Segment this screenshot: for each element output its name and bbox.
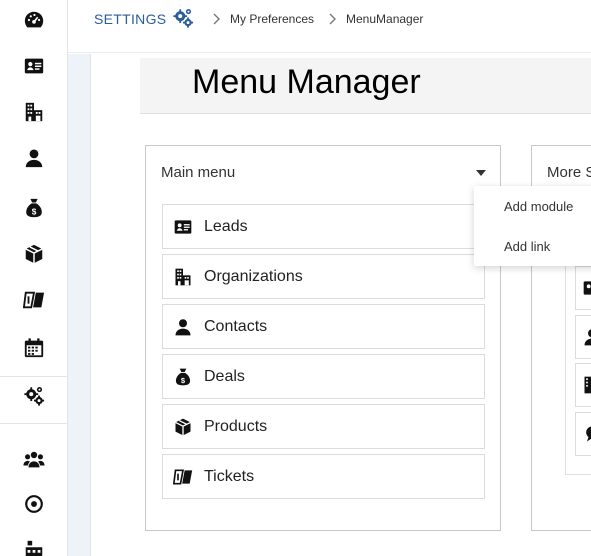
menu-item-deals[interactable]: $ Deals — [162, 354, 485, 399]
leads-icon — [172, 216, 194, 238]
svg-text:$: $ — [32, 207, 37, 216]
products-icon — [172, 416, 194, 438]
add-dropdown-menu: Add module Add link — [474, 186, 591, 266]
organizations-icon[interactable] — [0, 89, 68, 135]
add-link-option[interactable]: Add link — [504, 239, 550, 254]
hierarchy-icon[interactable] — [0, 527, 68, 556]
menu-item-label: Deals — [204, 367, 245, 385]
organizations-icon — [172, 266, 194, 288]
chevron-right-icon — [213, 13, 220, 25]
add-module-option[interactable]: Add module — [504, 199, 573, 214]
more-item[interactable] — [575, 363, 591, 407]
leads-icon — [583, 281, 591, 295]
rail-divider — [0, 423, 68, 424]
menu-item-label: Leads — [204, 217, 248, 235]
contacts-icon — [172, 316, 194, 338]
more-item[interactable] — [575, 266, 591, 310]
main-menu-box: Main menu Leads Organizations Contacts $… — [145, 145, 501, 531]
page-title: Menu Manager — [192, 63, 421, 101]
menu-item-label: Products — [204, 417, 268, 435]
leads-icon[interactable] — [0, 43, 68, 89]
menu-item-products[interactable]: Products — [162, 404, 485, 449]
breadcrumb-my-preferences[interactable]: My Preferences — [230, 12, 314, 26]
top-header: SETTINGS My Preferences MenuManager — [68, 0, 591, 53]
organizations-icon — [584, 376, 591, 394]
main-menu-title: Main menu — [161, 164, 236, 181]
settings-icon[interactable] — [0, 373, 68, 419]
calendar-icon[interactable] — [0, 325, 68, 371]
contacts-icon[interactable] — [0, 135, 68, 181]
menu-item-label: Contacts — [204, 317, 268, 335]
tickets-icon — [172, 466, 194, 488]
more-section-title: More S — [547, 164, 591, 181]
left-icon-rail: $ — [0, 0, 68, 556]
settings-link[interactable]: SETTINGS — [94, 11, 166, 27]
caret-down-icon[interactable] — [476, 170, 486, 176]
contacts-icon — [584, 329, 591, 346]
page-title-bar: Menu Manager — [140, 58, 591, 114]
comment-icon — [586, 426, 591, 442]
more-item[interactable] — [575, 412, 591, 456]
settings-gear-icon — [173, 9, 194, 28]
groups-icon[interactable] — [0, 437, 68, 483]
menu-item-leads[interactable]: Leads — [162, 204, 485, 249]
menu-item-tickets[interactable]: Tickets — [162, 454, 485, 499]
products-icon[interactable] — [0, 231, 68, 277]
dashboard-icon[interactable] — [0, 0, 68, 43]
deals-icon: $ — [172, 366, 194, 388]
more-item[interactable] — [575, 315, 591, 359]
menu-item-label: Organizations — [204, 267, 303, 285]
tickets-icon[interactable] — [0, 277, 68, 323]
menu-item-contacts[interactable]: Contacts — [162, 304, 485, 349]
menu-item-organizations[interactable]: Organizations — [162, 254, 485, 299]
chevron-right-icon — [329, 13, 336, 25]
menu-item-label: Tickets — [204, 467, 255, 485]
target-icon[interactable] — [0, 481, 68, 527]
breadcrumb-menu-manager: MenuManager — [346, 12, 424, 26]
deals-icon[interactable]: $ — [0, 185, 68, 231]
